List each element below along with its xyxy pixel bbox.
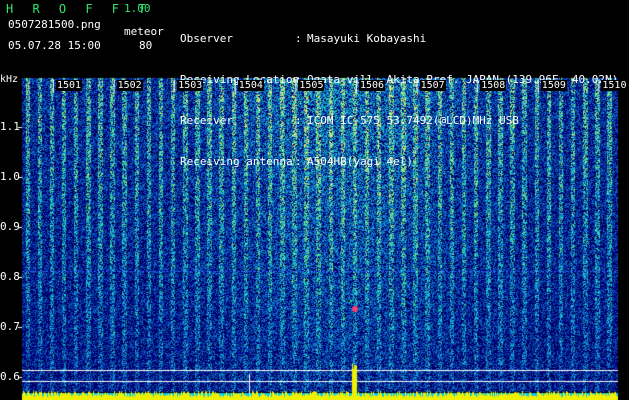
- info-key: Observer: [180, 32, 233, 45]
- meteor-label: meteor: [124, 25, 164, 38]
- filename-label: 0507281500.png: [8, 18, 101, 31]
- y-tick-label: 0.9: [0, 220, 20, 233]
- info-separator: :: [295, 155, 302, 168]
- datetime-label: 05.07.28 15:00: [8, 39, 101, 52]
- y-tick-label: 1.1: [0, 120, 20, 133]
- version-label: 1.00: [124, 2, 151, 15]
- x-tick-label: 1505: [298, 80, 325, 91]
- y-tick-label: 0.7: [0, 320, 20, 333]
- info-row-observer: Observer: Masayuki Kobayashi: [180, 32, 618, 45]
- x-tick-label: 1506: [359, 80, 386, 91]
- info-separator: :: [295, 114, 302, 127]
- x-tick-label: 1507: [419, 80, 446, 91]
- x-tick-label: 1509: [540, 80, 567, 91]
- info-separator: :: [295, 32, 302, 45]
- x-tick-label: 1503: [177, 80, 204, 91]
- info-value: ICOM IC-575 53.7492(@LCD)MHz USB: [307, 114, 519, 127]
- x-tick-label: 1502: [116, 80, 143, 91]
- info-row-receiver: Receiver: ICOM IC-575 53.7492(@LCD)MHz US…: [180, 114, 618, 127]
- info-key: Receiver: [180, 114, 233, 127]
- x-tick-label: 1501: [56, 80, 83, 91]
- info-row-antenna: Receiving antenna: A504HB(yagi 4el): [180, 155, 618, 168]
- y-tick-label: 0.8: [0, 270, 20, 283]
- x-tick-label: 1508: [480, 80, 507, 91]
- info-value: Masayuki Kobayashi: [307, 32, 427, 45]
- x-tick-label: 1504: [237, 80, 264, 91]
- y-axis-unit: kHz: [0, 74, 19, 85]
- info-value: A504HB(yagi 4el): [307, 155, 413, 168]
- station-info: Observer: Masayuki Kobayashi Receiving Lo…: [180, 4, 618, 182]
- info-value: Ogata-vill. Akita-Pref. JAPAN (139.96E, …: [307, 73, 619, 86]
- y-tick-label: 0.6: [0, 370, 20, 383]
- meteor-count: 80: [139, 39, 153, 52]
- x-tick-label: 1510: [601, 80, 628, 91]
- y-tick-label: 1.0: [0, 170, 20, 183]
- info-key: Receiving antenna: [180, 155, 293, 168]
